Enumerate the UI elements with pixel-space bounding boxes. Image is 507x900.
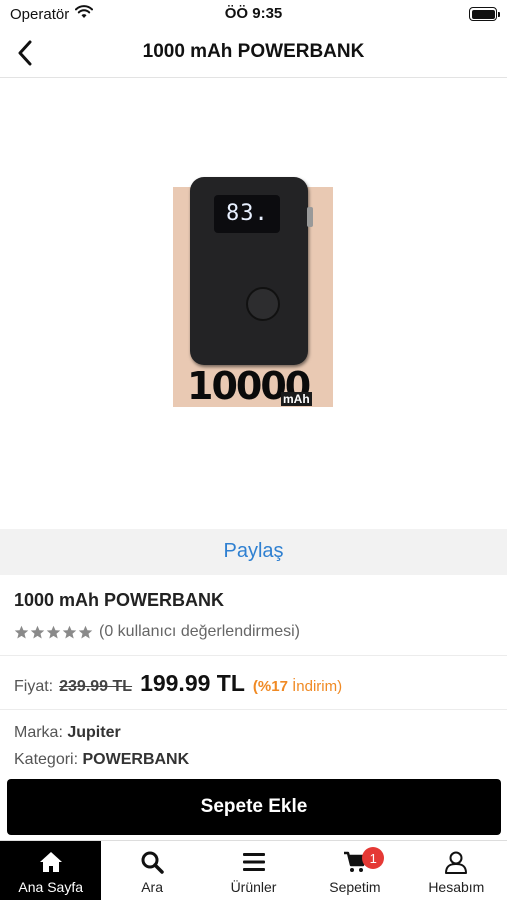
share-link[interactable]: Paylaş — [223, 540, 283, 563]
brand-row: Marka: Jupiter — [14, 724, 121, 742]
tab-label: Ürünler — [230, 879, 277, 895]
tab-account[interactable]: Hesabım — [406, 841, 507, 900]
rating-row[interactable]: (0 kullanıcı değerlendirmesi) — [14, 623, 300, 641]
rating-count-text: (0 kullanıcı değerlendirmesi) — [99, 623, 300, 640]
chevron-left-icon — [18, 40, 32, 66]
page-title: 1000 mAh POWERBANK — [142, 41, 365, 62]
tab-label: Sepetim — [329, 879, 381, 895]
product-name: 1000 mAh POWERBANK — [14, 590, 225, 610]
tab-bar: Ana Sayfa Ara Ürünler 1 Sepetim Hesabım — [0, 840, 507, 900]
tab-label: Ara — [141, 879, 163, 895]
star-icon — [78, 625, 93, 638]
product-image: 83. 10000 mAh — [173, 177, 333, 407]
price-row: Fiyat: 239.99 TL 199.99 TL (%17 İndirim) — [14, 670, 342, 697]
user-icon — [443, 849, 469, 875]
brand-value: Jupiter — [67, 724, 121, 741]
tab-search[interactable]: Ara — [101, 841, 202, 900]
old-price: 239.99 TL — [59, 678, 133, 695]
cart-count-badge: 1 — [362, 847, 385, 869]
price-label: Fiyat: — [14, 678, 54, 695]
product-image-area[interactable]: 83. 10000 mAh — [0, 79, 507, 529]
star-icon — [14, 625, 29, 638]
share-row: Paylaş — [0, 529, 507, 575]
discount-word: İndirim) — [292, 678, 343, 695]
device-display: 83. — [214, 195, 280, 233]
tab-products[interactable]: Ürünler — [203, 841, 304, 900]
status-bar: Operatör ÖÖ 9:35 — [0, 0, 507, 28]
status-time: ÖÖ 9:35 — [224, 5, 283, 22]
tab-label: Ana Sayfa — [18, 879, 83, 895]
device-logo — [246, 287, 280, 321]
category-row: Kategori: POWERBANK — [14, 751, 189, 769]
menu-icon — [241, 849, 267, 875]
tab-home[interactable]: Ana Sayfa — [0, 841, 102, 900]
category-label: Kategori: — [14, 751, 79, 768]
box-unit-text: mAh — [281, 392, 312, 406]
add-to-cart-button[interactable]: Sepete Ekle — [7, 779, 501, 835]
divider — [0, 709, 507, 710]
powerbank-device: 83. — [190, 177, 308, 365]
brand-label: Marka: — [14, 724, 63, 741]
tab-label: Hesabım — [428, 879, 485, 895]
back-button[interactable] — [8, 36, 42, 70]
discount-badge: (%17 İndirim) — [253, 678, 342, 695]
divider — [0, 655, 507, 656]
home-icon — [38, 849, 64, 875]
battery-icon — [469, 7, 500, 21]
star-icon — [46, 625, 61, 638]
tab-cart[interactable]: 1 Sepetim — [304, 841, 405, 900]
star-icon — [30, 625, 45, 638]
device-port — [307, 207, 313, 227]
new-price: 199.99 TL — [140, 670, 245, 696]
star-icon — [62, 625, 77, 638]
search-icon — [139, 849, 165, 875]
discount-percent: (%17 — [252, 678, 288, 695]
rating-stars — [14, 625, 93, 640]
category-value: POWERBANK — [82, 751, 190, 768]
nav-bar: 1000 mAh POWERBANK — [0, 28, 507, 78]
